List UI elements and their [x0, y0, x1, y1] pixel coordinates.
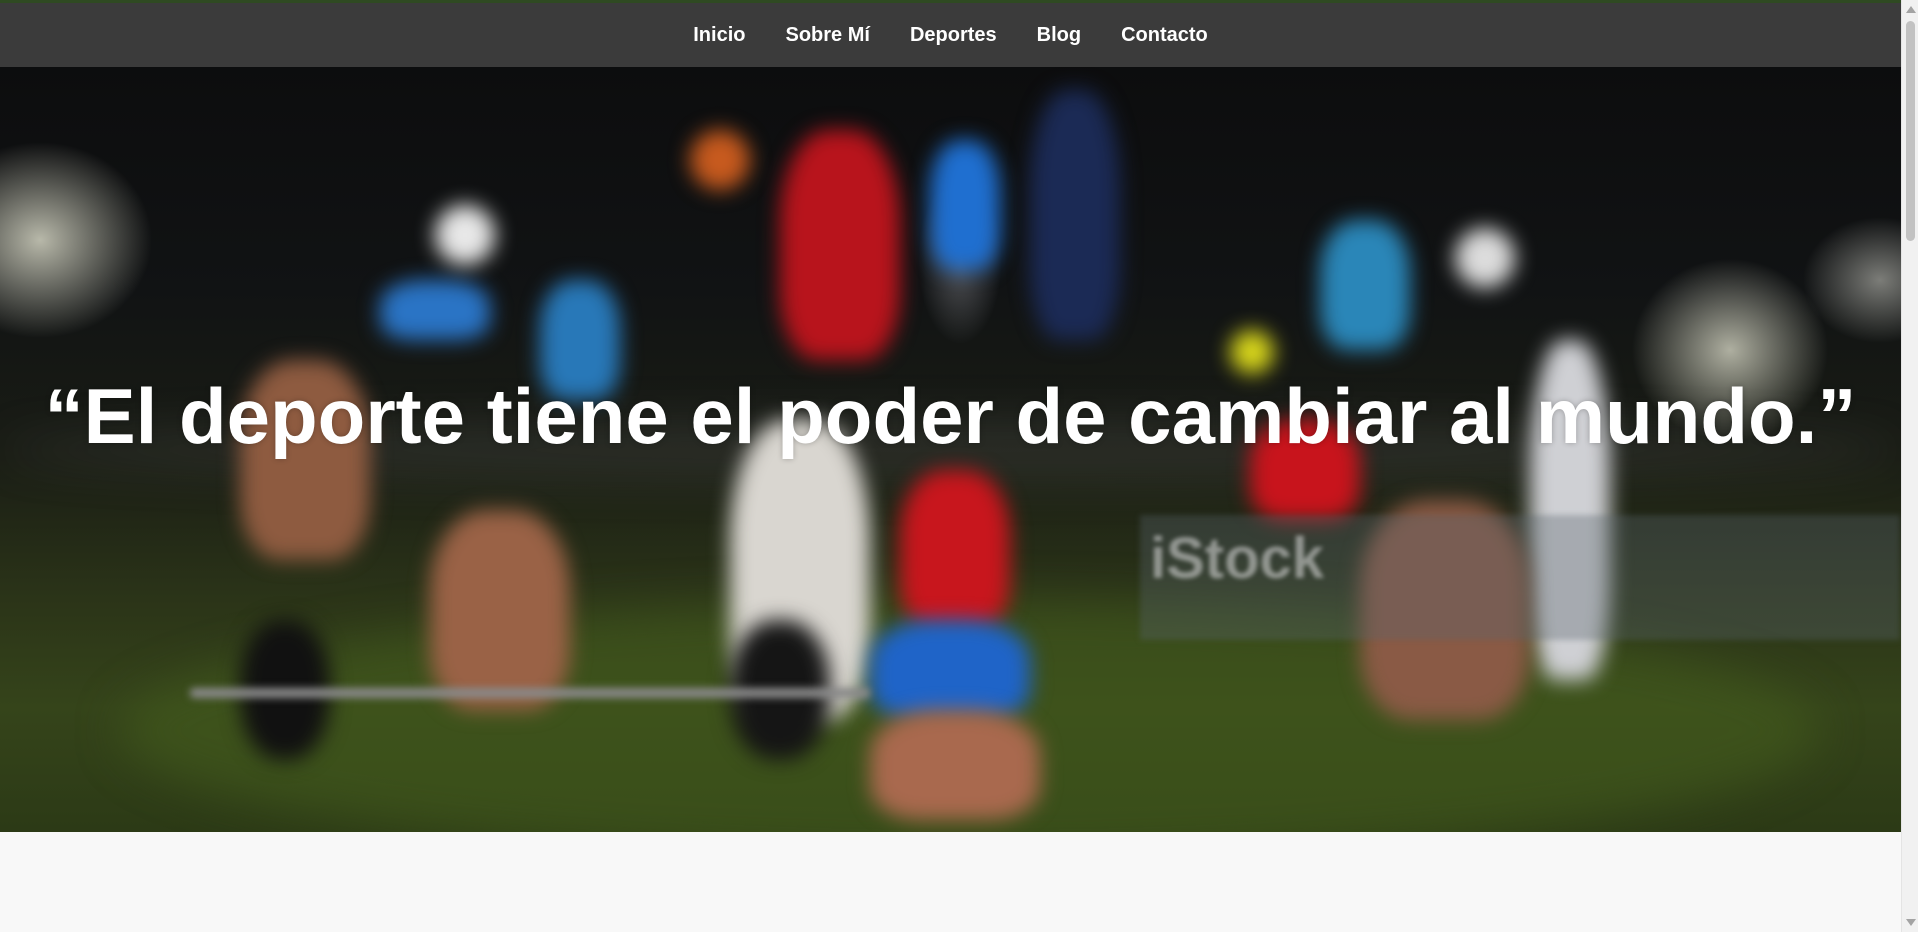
scroll-up-arrow-icon[interactable] [1906, 6, 1916, 13]
tennis-ball [1230, 330, 1274, 374]
hero-quote: “El deporte tiene el poder de cambiar al… [44, 372, 1857, 460]
soccer-ball [435, 205, 495, 265]
nav-link-inicio[interactable]: Inicio [693, 24, 745, 47]
nav-link-blog[interactable]: Blog [1037, 24, 1081, 47]
athlete-figure [430, 510, 570, 710]
nav-link-sobre-mi[interactable]: Sobre Mí [785, 24, 869, 47]
vertical-scrollbar[interactable] [1901, 0, 1918, 932]
athlete-figure [870, 620, 1030, 720]
athlete-figure [1030, 90, 1120, 340]
stock-watermark-text: iStock [1150, 526, 1325, 591]
nav-link-deportes[interactable]: Deportes [910, 24, 997, 47]
athlete-figure [780, 130, 900, 360]
athlete-figure [870, 710, 1040, 820]
scroll-down-arrow-icon[interactable] [1906, 919, 1916, 926]
athlete-figure [1320, 220, 1410, 350]
page-viewport: iStock “El deporte tiene el poder de cam… [0, 0, 1901, 932]
basketball [690, 130, 750, 190]
nav-link-contacto[interactable]: Contacto [1121, 24, 1208, 47]
athlete-figure [900, 470, 1010, 630]
athlete-figure [930, 140, 1000, 270]
scrollbar-thumb[interactable] [1906, 21, 1915, 241]
main-navbar: Inicio Sobre Mí Deportes Blog Contacto [0, 3, 1901, 67]
hero-banner: iStock “El deporte tiene el poder de cam… [0, 0, 1901, 832]
athlete-figure [380, 280, 490, 340]
soccer-ball [1455, 228, 1515, 288]
barbell-bar [190, 688, 870, 698]
